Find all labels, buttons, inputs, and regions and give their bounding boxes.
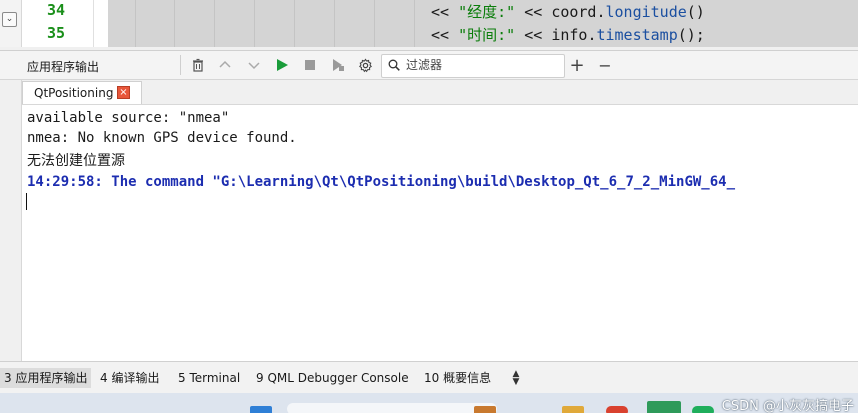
attach-debugger-icon[interactable]: [328, 55, 348, 75]
punct: .: [596, 3, 606, 21]
windows-start-icon[interactable]: [250, 406, 272, 413]
string-literal: "时间:": [458, 26, 516, 44]
operator: <<: [431, 26, 450, 44]
chevron-up-icon[interactable]: [215, 55, 235, 75]
updown-arrows-icon[interactable]: ▲ ▼: [510, 370, 522, 387]
code-line: << "时间:" << info.timestamp();: [94, 24, 858, 45]
browser-icon[interactable]: [606, 406, 628, 413]
output-tab-bar: QtPositioning ×: [22, 80, 858, 104]
tab-qtpositioning[interactable]: QtPositioning ×: [22, 81, 142, 104]
punct: ();: [677, 26, 705, 44]
filter-box[interactable]: [381, 54, 565, 78]
clear-icon[interactable]: [188, 55, 208, 75]
divider: [180, 55, 181, 75]
line-number: 34: [46, 1, 65, 19]
stop-icon[interactable]: [300, 55, 320, 75]
chevron-down-icon[interactable]: ⌄: [2, 12, 17, 27]
chat-icon[interactable]: [692, 406, 714, 413]
code-editor[interactable]: ⌄ 34 35 << "经度:" << coord.longitude() <<…: [0, 0, 858, 47]
folder-icon[interactable]: [562, 406, 584, 413]
chevron-down-icon[interactable]: [244, 55, 264, 75]
output-line-command: 14:29:58: The command "G:\Learning\Qt\Qt…: [27, 174, 736, 190]
operator: <<: [524, 3, 543, 21]
pane-general-messages[interactable]: 10 概要信息: [420, 368, 495, 388]
punct: (): [686, 3, 705, 21]
app-icon[interactable]: [474, 406, 496, 413]
method-name: timestamp: [596, 26, 678, 44]
add-button[interactable]: +: [567, 55, 587, 76]
run-icon[interactable]: [272, 55, 292, 75]
pane-qml-debugger-console[interactable]: 9 QML Debugger Console: [252, 368, 413, 388]
pane-application-output[interactable]: 3 应用程序输出: [0, 368, 92, 388]
watermark: CSDN @小灰灰搞电子: [721, 399, 854, 413]
string-literal: "经度:": [458, 3, 516, 21]
text-caret: [26, 193, 27, 210]
operator: <<: [524, 26, 543, 44]
code-line: << "经度:" << coord.longitude(): [94, 1, 858, 22]
tab-label: QtPositioning: [34, 86, 114, 100]
panel-title: 应用程序输出: [27, 60, 100, 74]
identifier: coord: [551, 3, 597, 21]
pane-terminal[interactable]: 5 Terminal: [174, 368, 244, 388]
method-name: longitude: [605, 3, 687, 21]
line-number: 35: [46, 24, 65, 42]
minimize-button[interactable]: −: [595, 55, 615, 75]
app-icon-active[interactable]: [647, 401, 681, 413]
taskbar: CSDN @小灰灰搞电子: [0, 393, 858, 413]
operator: <<: [431, 3, 450, 21]
pane-compile-output[interactable]: 4 编译输出: [96, 368, 163, 388]
filter-input[interactable]: [406, 57, 556, 73]
left-strip: [0, 80, 22, 361]
gear-icon[interactable]: [355, 55, 375, 75]
output-line: available source: "nmea": [27, 110, 230, 126]
application-output[interactable]: available source: "nmea" nmea: No known …: [22, 104, 858, 362]
code-area[interactable]: << "经度:" << coord.longitude() << "时间:" <…: [94, 0, 858, 47]
left-rail: ⌄: [0, 0, 22, 47]
line-number-gutter: 34 35: [22, 0, 94, 47]
search-icon: [388, 59, 400, 71]
taskbar-search-box[interactable]: [287, 403, 497, 413]
output-pane-bar: 3 应用程序输出 4 编译输出 5 Terminal 9 QML Debugge…: [0, 361, 858, 394]
output-line: 无法创建位置源: [27, 153, 125, 169]
output-toolbar: 应用程序输出 + −: [0, 50, 858, 80]
output-line: nmea: No known GPS device found.: [27, 130, 297, 146]
identifier: info: [551, 26, 588, 44]
close-icon[interactable]: ×: [117, 86, 130, 99]
